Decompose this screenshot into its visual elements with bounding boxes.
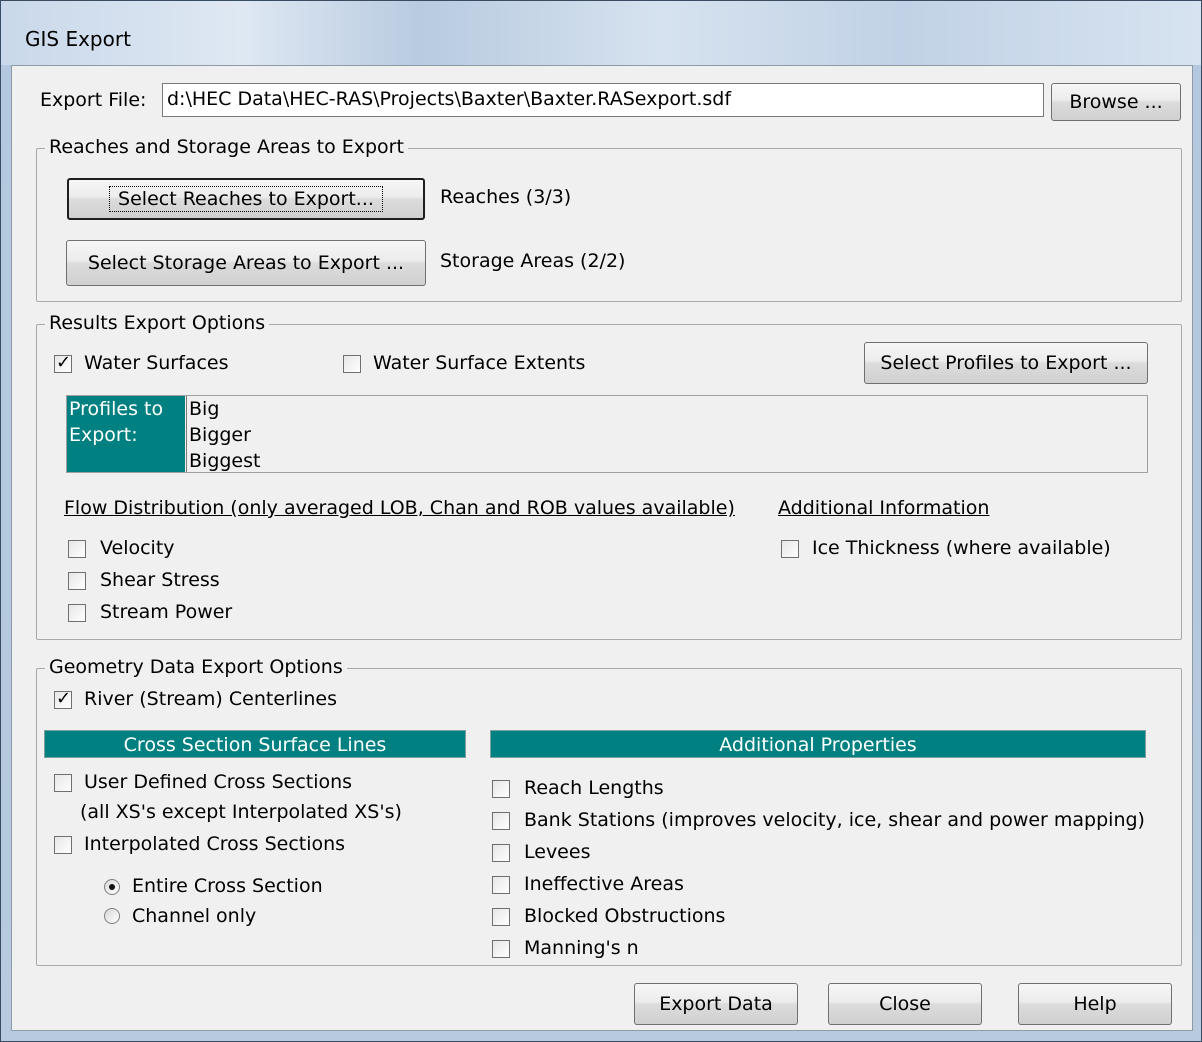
list-item[interactable]: Big	[189, 396, 260, 422]
ineffective-areas-checkbox[interactable]	[492, 876, 510, 894]
reaches-status: Reaches (3/3)	[440, 186, 572, 208]
gis-export-window: GIS Export Export File: d:\HEC Data\HEC-…	[0, 0, 1202, 1042]
velocity-label: Velocity	[100, 537, 175, 559]
mannings-n-label: Manning's n	[524, 937, 639, 959]
help-button[interactable]: Help	[1018, 983, 1172, 1025]
additional-information-title: Additional Information	[778, 497, 990, 519]
flow-distribution-title: Flow Distribution (only averaged LOB, Ch…	[64, 497, 735, 519]
storage-areas-status: Storage Areas (2/2)	[440, 250, 626, 272]
mannings-n-checkbox[interactable]	[492, 940, 510, 958]
select-profiles-button[interactable]: Select Profiles to Export ...	[864, 342, 1148, 384]
water-surface-extents-checkbox[interactable]	[343, 355, 361, 373]
user-defined-xs-label: User Defined Cross Sections	[84, 771, 353, 793]
levees-checkbox[interactable]	[492, 844, 510, 862]
export-data-button[interactable]: Export Data	[634, 983, 798, 1025]
additional-properties-banner: Additional Properties	[490, 730, 1146, 758]
check-mark-icon: ✓	[56, 688, 72, 709]
dialog-client-area: Export File: d:\HEC Data\HEC-RAS\Project…	[11, 65, 1193, 1031]
shear-stress-checkbox[interactable]	[68, 572, 86, 590]
water-surface-extents-label: Water Surface Extents	[373, 352, 586, 374]
profiles-header-line2: Export:	[69, 424, 138, 446]
browse-button[interactable]: Browse ...	[1051, 83, 1181, 121]
profiles-header-line1: Profiles to	[69, 398, 164, 420]
channel-only-label: Channel only	[132, 905, 257, 927]
select-storage-areas-button[interactable]: Select Storage Areas to Export ...	[66, 240, 426, 286]
select-reaches-label: Select Reaches to Export...	[109, 186, 383, 212]
reach-lengths-label: Reach Lengths	[524, 777, 664, 799]
reach-lengths-checkbox[interactable]	[492, 780, 510, 798]
results-group-title: Results Export Options	[45, 311, 270, 335]
profile-names: Big Bigger Biggest	[186, 396, 260, 472]
check-mark-icon: ✓	[56, 352, 72, 373]
blocked-obstructions-label: Blocked Obstructions	[524, 905, 726, 927]
radio-selected-dot	[109, 884, 115, 890]
close-button[interactable]: Close	[828, 983, 982, 1025]
water-surfaces-label: Water Surfaces	[84, 352, 229, 374]
list-item[interactable]: Biggest	[189, 448, 260, 474]
interpolated-xs-label: Interpolated Cross Sections	[84, 833, 346, 855]
user-defined-xs-checkbox[interactable]	[54, 774, 72, 792]
channel-only-radio[interactable]	[104, 908, 120, 924]
reaches-group-title: Reaches and Storage Areas to Export	[45, 135, 408, 159]
title-bar[interactable]: GIS Export	[1, 1, 1201, 65]
centerlines-checkbox[interactable]: ✓	[54, 688, 72, 709]
levees-label: Levees	[524, 841, 591, 863]
window-title: GIS Export	[25, 27, 131, 51]
user-defined-xs-note: (all XS's except Interpolated XS's)	[80, 801, 402, 823]
ice-thickness-checkbox[interactable]	[781, 540, 799, 558]
bank-stations-label: Bank Stations (improves velocity, ice, s…	[524, 809, 1145, 831]
centerlines-label: River (Stream) Centerlines	[84, 688, 338, 710]
entire-cross-section-radio[interactable]	[104, 879, 120, 895]
export-file-input[interactable]: d:\HEC Data\HEC-RAS\Projects\Baxter\Baxt…	[162, 83, 1044, 117]
ice-thickness-label: Ice Thickness (where available)	[812, 537, 1111, 559]
geometry-group-title: Geometry Data Export Options	[45, 655, 347, 679]
list-item[interactable]: Bigger	[189, 422, 260, 448]
interpolated-xs-checkbox[interactable]	[54, 836, 72, 854]
bank-stations-checkbox[interactable]	[492, 812, 510, 830]
entire-cross-section-label: Entire Cross Section	[132, 875, 323, 897]
stream-power-checkbox[interactable]	[68, 604, 86, 622]
cross-section-surface-lines-banner: Cross Section Surface Lines	[44, 730, 466, 758]
water-surfaces-checkbox[interactable]: ✓	[54, 352, 72, 373]
velocity-checkbox[interactable]	[68, 540, 86, 558]
export-file-label: Export File:	[40, 89, 147, 111]
shear-stress-label: Shear Stress	[100, 569, 220, 591]
ineffective-areas-label: Ineffective Areas	[524, 873, 684, 895]
stream-power-label: Stream Power	[100, 601, 233, 623]
profiles-header: Profiles to Export:	[67, 396, 185, 472]
blocked-obstructions-checkbox[interactable]	[492, 908, 510, 926]
select-reaches-button[interactable]: Select Reaches to Export...	[67, 178, 425, 220]
